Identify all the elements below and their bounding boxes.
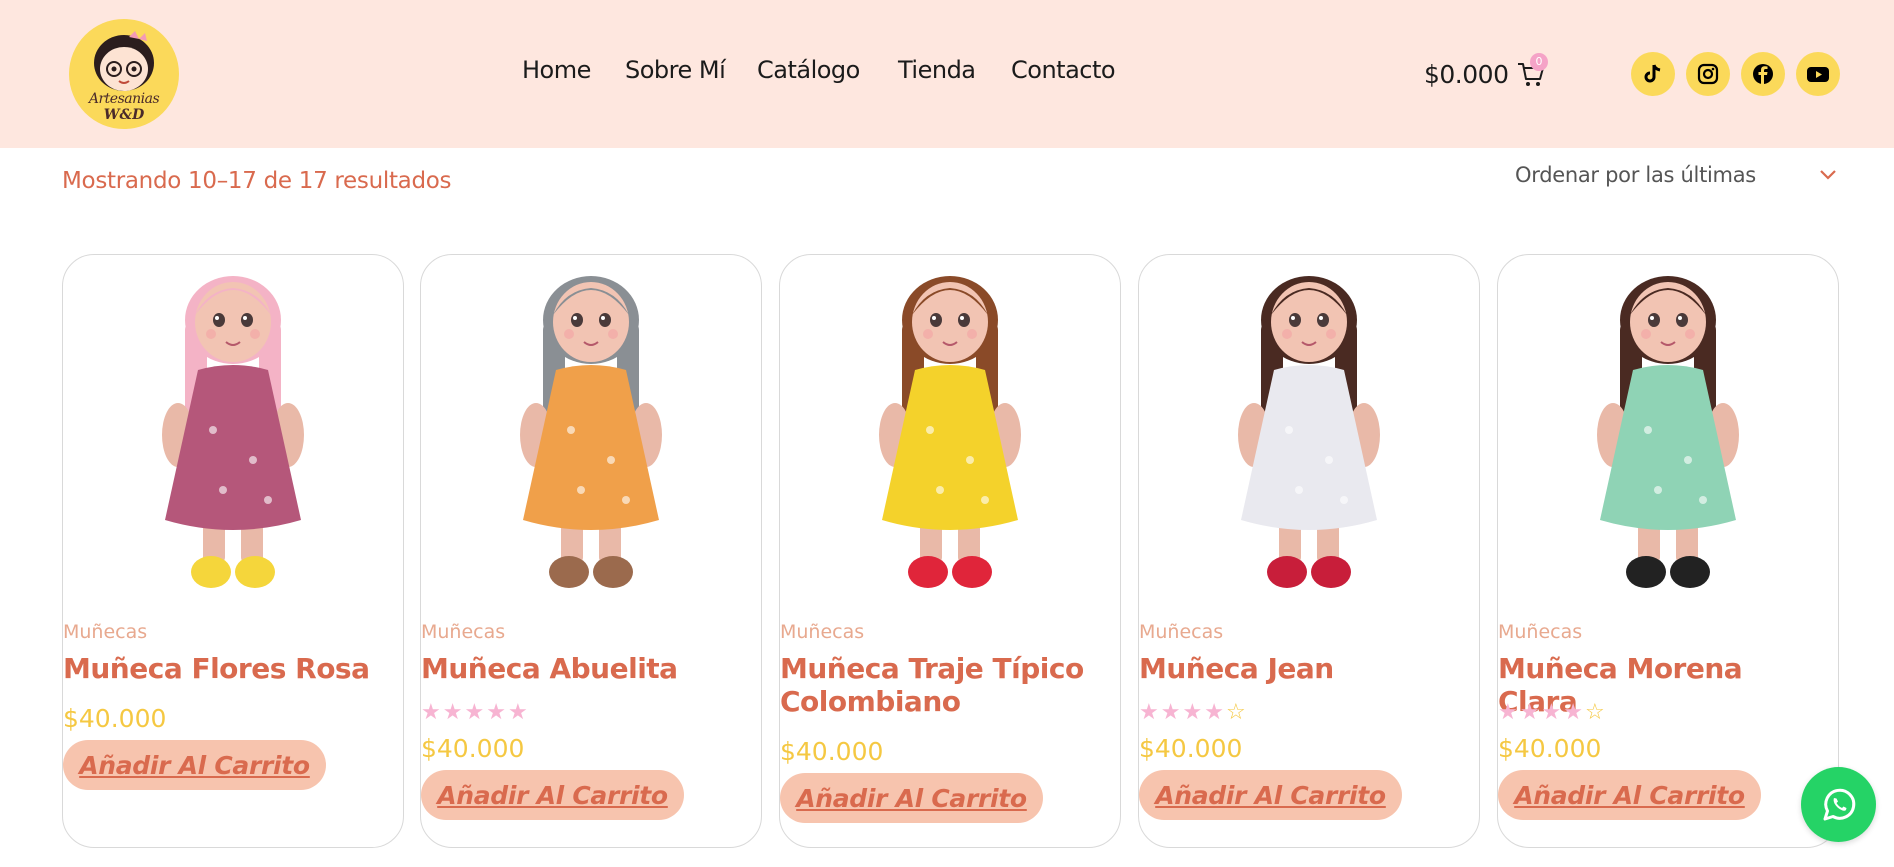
cart-button[interactable]: $0.000: [1424, 57, 1546, 91]
brand-logo[interactable]: Artesanias W&D: [69, 19, 179, 129]
product-price: $40.000: [1498, 734, 1602, 763]
product-price: $40.000: [1139, 734, 1243, 763]
product-card[interactable]: Muñecas Muñeca Traje Típico Colombiano $40…: [779, 254, 1121, 848]
whatsapp-button[interactable]: [1801, 767, 1876, 842]
product-title[interactable]: Muñeca Jean: [1139, 652, 1469, 685]
tiktok-link[interactable]: [1631, 52, 1675, 96]
nav-catalogo[interactable]: Catálogo: [757, 56, 860, 84]
product-image[interactable]: [63, 257, 403, 597]
product-category[interactable]: Muñecas: [1139, 621, 1223, 643]
nav-sobre-mi[interactable]: Sobre Mí: [625, 56, 726, 84]
product-image[interactable]: [421, 257, 761, 597]
add-to-cart-button[interactable]: Añadir Al Carrito: [1139, 770, 1402, 820]
star-filled-icon: ★: [486, 700, 508, 725]
whatsapp-icon: [1823, 788, 1855, 820]
star-filled-icon: ★: [442, 700, 465, 725]
product-card[interactable]: Muñecas Muñeca Jean ★★★★☆ $40.000 Añadir Al …: [1138, 254, 1480, 848]
star-filled-icon: ★: [1160, 700, 1183, 725]
site-header: Artesanias W&D Home Sobre Mí Catálogo Ti…: [0, 0, 1894, 148]
youtube-link[interactable]: [1796, 52, 1840, 96]
cart-count-badge: 0: [1530, 53, 1548, 71]
product-category[interactable]: Muñecas: [1498, 621, 1582, 643]
add-to-cart-button[interactable]: Añadir Al Carrito: [780, 773, 1043, 823]
product-category[interactable]: Muñecas: [780, 621, 864, 643]
add-to-cart-button[interactable]: Añadir Al Carrito: [421, 770, 684, 820]
cart-amount: $0.000: [1424, 59, 1509, 89]
star-filled-icon: ★: [1139, 700, 1161, 725]
star-filled-icon: ★: [421, 700, 443, 725]
product-category[interactable]: Muñecas: [421, 621, 505, 643]
star-filled-icon: ★: [1204, 700, 1226, 725]
tiktok-icon: [1644, 64, 1661, 83]
rating-stars: ★★★★☆: [1139, 700, 1248, 725]
chevron-down-icon: [1820, 170, 1836, 180]
nav-tienda[interactable]: Tienda: [898, 56, 976, 84]
rating-stars: ★★★★★: [421, 700, 530, 725]
star-filled-icon: ★: [1498, 700, 1520, 725]
star-filled-icon: ★: [464, 700, 487, 725]
sort-label: Ordenar por las últimas: [1515, 163, 1756, 187]
youtube-icon: [1807, 67, 1829, 82]
product-card[interactable]: Muñecas Muñeca Flores Rosa $40.000 Añadir A…: [62, 254, 404, 848]
product-price: $40.000: [421, 734, 525, 763]
rating-stars: ★★★★☆: [1498, 700, 1607, 725]
nav-contacto[interactable]: Contacto: [1011, 56, 1116, 84]
star-filled-icon: ★: [1519, 700, 1542, 725]
star-filled-icon: ★: [507, 700, 530, 725]
add-to-cart-button[interactable]: Añadir Al Carrito: [63, 740, 326, 790]
star-filled-icon: ★: [1541, 700, 1564, 725]
product-image[interactable]: [1139, 257, 1479, 597]
product-price: $40.000: [63, 704, 167, 733]
product-title[interactable]: Muñeca Abuelita: [421, 652, 751, 685]
product-card[interactable]: Muñecas Muñeca Abuelita ★★★★★ $40.000 Añadir…: [420, 254, 762, 848]
sort-select[interactable]: Ordenar por las últimas: [1515, 160, 1837, 190]
star-filled-icon: ★: [1563, 700, 1585, 725]
facebook-link[interactable]: [1741, 52, 1785, 96]
product-title[interactable]: Muñeca Flores Rosa: [63, 652, 393, 685]
nav-home[interactable]: Home: [522, 56, 591, 84]
facebook-icon: [1753, 64, 1773, 84]
instagram-link[interactable]: [1686, 52, 1730, 96]
logo-text-line2: W&D: [103, 107, 145, 123]
product-image[interactable]: [780, 257, 1120, 597]
product-title[interactable]: Muñeca Traje Típico Colombiano: [780, 652, 1110, 718]
instagram-icon: [1697, 63, 1719, 85]
product-price: $40.000: [780, 737, 884, 766]
results-count: Mostrando 10–17 de 17 resultados: [62, 168, 452, 194]
product-category[interactable]: Muñecas: [63, 621, 147, 643]
star-empty-icon: ☆: [1584, 700, 1607, 725]
product-image[interactable]: [1498, 257, 1838, 597]
product-card[interactable]: Muñecas Muñeca Morena Clara ★★★★☆ $40.000 Añ…: [1497, 254, 1839, 848]
star-filled-icon: ★: [1182, 700, 1205, 725]
add-to-cart-button[interactable]: Añadir Al Carrito: [1498, 770, 1761, 820]
star-empty-icon: ☆: [1225, 700, 1248, 725]
logo-text-line1: Artesanias: [88, 91, 160, 107]
